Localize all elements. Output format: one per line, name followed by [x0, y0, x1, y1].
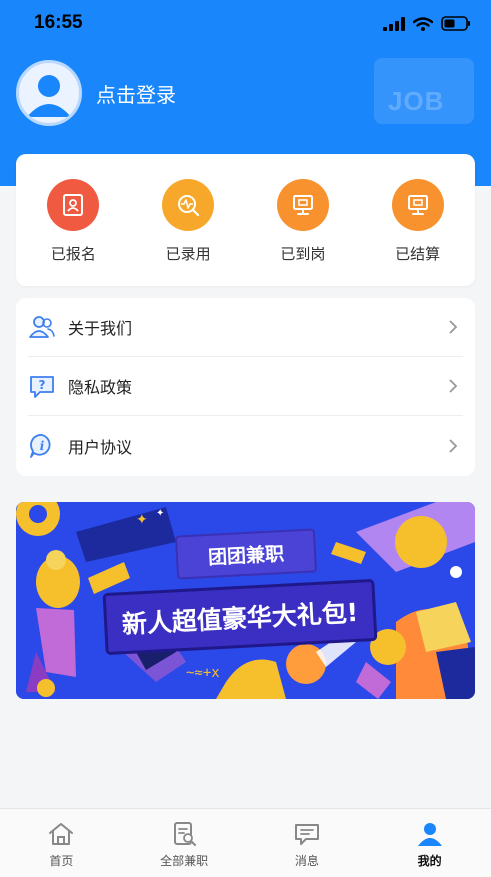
people-icon — [28, 313, 56, 341]
banner-title-box: 团团兼职 — [174, 528, 318, 580]
avatar-placeholder-icon — [27, 75, 71, 117]
tab-label: 我的 — [417, 854, 442, 868]
job-list-icon — [169, 819, 199, 849]
menu-card: 关于我们 ? 隐私政策 i 用户协议 — [16, 298, 475, 476]
svg-text:?: ? — [39, 378, 46, 392]
tab-messages[interactable]: 消息 — [246, 809, 369, 877]
id-card-icon — [47, 179, 100, 231]
user-icon — [415, 819, 445, 849]
signal-icon — [383, 16, 405, 31]
status-label: 已结算 — [395, 245, 441, 263]
profile-login[interactable]: 点击登录 — [16, 60, 176, 126]
svg-text:✦: ✦ — [136, 512, 148, 528]
avatar[interactable] — [16, 60, 82, 126]
chevron-right-icon — [443, 436, 463, 456]
login-text[interactable]: 点击登录 — [96, 79, 176, 108]
status-label: 已报名 — [50, 245, 96, 263]
application-status-card: 已报名 已录用 已到岗 已结算 — [16, 154, 475, 286]
svg-text:✦: ✦ — [156, 508, 164, 519]
status-time: 16:55 — [34, 12, 83, 33]
bottom-tab-bar: 首页 全部兼职 消息 我的 — [0, 808, 491, 877]
tab-label: 全部兼职 — [160, 854, 209, 868]
promo-banner[interactable]: ✦ ✦ ~≈+x ✦ 团团兼职 新人超值豪华大礼包! — [16, 502, 475, 699]
menu-item-user-agreement[interactable]: i 用户协议 — [28, 416, 463, 475]
question-bubble-icon: ? — [28, 372, 56, 400]
battery-icon — [441, 16, 470, 31]
status-item-settled[interactable]: 已结算 — [368, 179, 468, 286]
svg-text:~≈+x: ~≈+x — [186, 665, 220, 681]
home-icon — [46, 819, 76, 849]
monitor-icon — [391, 179, 444, 231]
tab-label: 首页 — [49, 854, 74, 868]
status-item-signed-up[interactable]: 已报名 — [23, 179, 123, 286]
job-badge-text: JOB — [388, 86, 445, 116]
banner-title: 团团兼职 — [207, 542, 285, 569]
menu-label: 用户协议 — [68, 437, 133, 457]
tab-mine[interactable]: 我的 — [368, 809, 491, 877]
menu-label: 隐私政策 — [68, 378, 133, 397]
search-pulse-icon — [162, 179, 215, 231]
chevron-right-icon — [443, 376, 463, 396]
menu-item-privacy-policy[interactable]: ? 隐私政策 — [28, 357, 463, 416]
tab-all-jobs[interactable]: 全部兼职 — [123, 809, 246, 877]
svg-text:i: i — [40, 439, 45, 453]
menu-item-about-us[interactable]: 关于我们 — [28, 298, 463, 357]
status-item-on-duty[interactable]: 已到岗 — [253, 179, 353, 286]
status-item-hired[interactable]: 已录用 — [138, 179, 238, 286]
tab-label: 消息 — [294, 854, 319, 868]
status-bar: 16:55 — [0, 0, 491, 50]
job-badge: JOB — [374, 58, 474, 124]
status-icons — [383, 16, 471, 31]
message-icon — [292, 819, 322, 849]
menu-label: 关于我们 — [68, 319, 133, 338]
status-label: 已录用 — [165, 245, 211, 263]
tab-home[interactable]: 首页 — [0, 809, 123, 877]
chevron-right-icon — [443, 317, 463, 337]
banner-subtitle: 新人超值豪华大礼包! — [121, 597, 359, 640]
wifi-icon — [413, 16, 433, 31]
info-bubble-icon: i — [28, 432, 56, 460]
monitor-icon — [276, 179, 329, 231]
status-label: 已到岗 — [280, 245, 326, 263]
